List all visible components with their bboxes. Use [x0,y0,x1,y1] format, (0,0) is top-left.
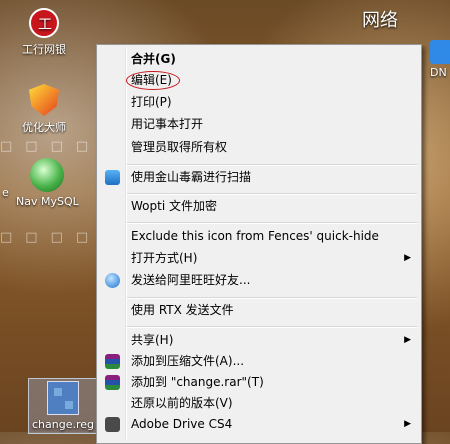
menu-item-label: 使用金山毒霸进行扫描 [131,170,252,184]
menu-item-label: Adobe Drive CS4 [131,417,233,431]
menu-separator [127,193,417,195]
menu-item-wopti-encrypt[interactable]: Wopti 文件加密 [99,196,419,217]
menu-separator [127,222,417,224]
menu-item-label: 用记事本打开 [131,117,204,131]
menu-item-label: Wopti 文件加密 [131,199,217,213]
desktop-icon-label: 优化大师 [22,121,66,134]
menu-item-label: 添加到压缩文件(A)... [131,354,245,368]
adobe-drive-icon [105,417,120,432]
context-menu: 合并(G) 编辑(E) 打印(P) 用记事本打开 管理员取得所有权 使用金山毒霸… [96,44,422,444]
menu-item-restore-previous[interactable]: 还原以前的版本(V) [99,393,419,414]
menu-separator [127,164,417,166]
menu-item-edit[interactable]: 编辑(E) [99,70,419,91]
menu-item-open-notepad[interactable]: 用记事本打开 [99,114,419,135]
menu-item-label: 管理员取得所有权 [131,140,228,154]
winrar-icon [105,375,120,390]
menu-item-label: 添加到 "change.rar"(T) [131,375,264,389]
desktop-icon-label: 工行网银 [22,43,66,56]
menu-item-label: 还原以前的版本(V) [131,396,233,410]
menu-item-add-to-change-rar[interactable]: 添加到 "change.rar"(T) [99,372,419,393]
icbc-bank-icon [29,8,59,38]
desktop-icon-label: DN [430,66,447,79]
menu-item-label: 合并(G) [131,52,176,66]
menu-item-add-to-archive[interactable]: 添加到压缩文件(A)... [99,351,419,372]
menu-item-label: 发送给阿里旺旺好友... [131,273,251,287]
aliwangwang-icon [105,273,120,288]
menu-separator [127,297,417,299]
dn-app-icon [430,40,450,64]
desktop-icon-label: change.reg [32,418,95,431]
menu-item-fences-exclude[interactable]: Exclude this icon from Fences' quick-hid… [99,226,419,247]
menu-item-send-aliwangwang[interactable]: 发送给阿里旺旺好友... [99,270,419,291]
annotation-circle [126,71,180,90]
menu-item-take-ownership[interactable]: 管理员取得所有权 [99,137,419,158]
menu-item-print[interactable]: 打印(P) [99,92,419,113]
menu-item-kingsoft-scan[interactable]: 使用金山毒霸进行扫描 [99,167,419,188]
menu-item-rtx-send[interactable]: 使用 RTX 发送文件 [99,300,419,321]
registry-file-icon [47,381,79,415]
menu-item-label: 使用 RTX 发送文件 [131,303,234,317]
desktop-partial-label: e [2,186,9,199]
submenu-arrow-icon: ▶ [404,253,411,263]
submenu-arrow-icon: ▶ [404,335,411,345]
network-desktop-label[interactable]: 网络 [362,6,398,32]
desktop-icon-dn[interactable]: DN [430,40,450,79]
menu-item-label: Exclude this icon from Fences' quick-hid… [131,229,379,243]
desktop-icon-label: Nav MySQL [16,195,79,208]
optimizer-shield-icon [29,84,59,116]
desktop-icon-change-reg[interactable]: change.reg [28,378,99,434]
menu-item-label: 打开方式(H) [131,251,198,265]
desktop-icon-navicat-mysql[interactable]: Nav MySQL [16,158,79,208]
menu-item-label: 共享(H) [131,333,174,347]
menu-item-open-with[interactable]: 打开方式(H) ▶ [99,248,419,269]
winrar-icon [105,354,120,369]
kingsoft-antivirus-icon [105,170,120,185]
navicat-mysql-icon [30,158,65,192]
menu-separator [127,326,417,328]
menu-item-label: 打印(P) [131,95,172,109]
menu-item-share[interactable]: 共享(H) ▶ [99,330,419,351]
menu-item-merge[interactable]: 合并(G) [99,49,419,70]
desktop-icon-optimizer[interactable]: 优化大师 [22,84,66,135]
desktop-icon-icbc[interactable]: 工行网银 [22,8,66,57]
